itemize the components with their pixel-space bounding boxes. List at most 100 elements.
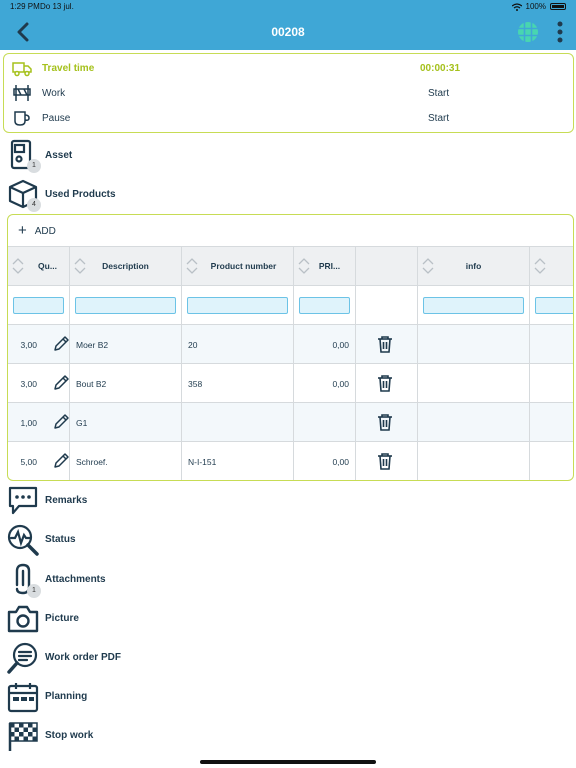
coffee-cup-icon [14, 111, 30, 126]
product-number-filter-input[interactable] [187, 297, 288, 314]
menu-item-work-order-pdf[interactable]: Work order PDF [0, 642, 200, 676]
status-bar: 1:29 PM Do 13 jul. 100% [0, 0, 576, 14]
menu-item-picture[interactable]: Picture [0, 603, 200, 637]
menu-item-asset[interactable]: 1 Asset [0, 139, 200, 173]
table-row[interactable]: 3,00 Bout B2 358 0,00 [8, 363, 573, 403]
filter-cell [294, 286, 356, 325]
column-header-label: Qu... [38, 261, 57, 271]
used-products-panel: + ADD Qu... Description Product number P… [7, 214, 574, 481]
add-label: ADD [34, 225, 56, 237]
trash-icon[interactable] [376, 413, 394, 432]
description-cell: Moer B2 [70, 325, 182, 364]
globe-icon[interactable] [517, 21, 539, 43]
remarks-label: Remarks [45, 495, 88, 506]
roadwork-barrier-icon [13, 85, 31, 101]
status-label: Status [45, 534, 76, 545]
extra-cell [530, 364, 573, 403]
description-cell: G1 [70, 403, 182, 442]
travel-time-value: 00:00:31 [420, 62, 461, 74]
work-row: Work Start [4, 82, 573, 104]
pause-label: Pause [42, 112, 71, 124]
menu-item-status[interactable]: Status [0, 524, 200, 558]
used-products-label: Used Products [45, 189, 116, 200]
actions-cell [356, 403, 418, 442]
status-date: Do 13 jul. [40, 2, 74, 11]
filter-cell [182, 286, 294, 325]
planning-label: Planning [45, 691, 88, 702]
pause-row: Pause Start [4, 107, 573, 129]
product-number-cell [182, 403, 294, 442]
table-row[interactable]: 1,00 G1 [8, 402, 573, 442]
sort-icon [298, 258, 310, 274]
checkered-flag-icon [8, 722, 38, 751]
quantity-value: 3,00 [20, 339, 37, 350]
info-cell [418, 325, 530, 364]
plus-icon: + [18, 222, 27, 239]
quantity-value: 5,00 [20, 456, 37, 467]
trash-icon[interactable] [376, 452, 394, 471]
camera-icon [7, 605, 39, 633]
column-header-quantity[interactable]: Qu... [8, 246, 70, 285]
battery-percent: 100% [525, 2, 546, 11]
menu-item-used-products[interactable]: 4 Used Products [0, 178, 200, 212]
attachments-label: Attachments [45, 574, 106, 585]
home-indicator[interactable] [200, 760, 376, 764]
column-header-info[interactable]: info [418, 246, 530, 285]
info-filter-input[interactable] [423, 297, 524, 314]
table-row[interactable]: 5,00 Schroef. N-I-151 0,00 [8, 441, 573, 480]
sort-icon [422, 258, 434, 274]
sort-icon [74, 258, 86, 274]
description-cell: Bout B2 [70, 364, 182, 403]
work-start-button[interactable]: Start [428, 88, 449, 99]
trash-icon[interactable] [376, 374, 394, 393]
column-header-description[interactable]: Description [70, 246, 182, 285]
back-chevron-icon[interactable] [14, 22, 34, 42]
stop-work-label: Stop work [45, 730, 94, 741]
actions-cell [356, 442, 418, 480]
extra-filter-input[interactable] [535, 297, 573, 314]
quantity-cell: 1,00 [8, 403, 70, 442]
price-cell: 0,00 [294, 442, 356, 480]
menu-item-stop-work[interactable]: Stop work [0, 720, 200, 754]
more-vertical-icon[interactable] [552, 20, 568, 44]
calendar-icon [7, 683, 39, 713]
battery-icon [550, 3, 566, 10]
menu-item-planning[interactable]: Planning [0, 681, 200, 715]
table-row[interactable]: 3,00 Moer B2 20 0,00 [8, 324, 573, 364]
travel-time-label: Travel time [42, 62, 95, 74]
price-filter-input[interactable] [299, 297, 350, 314]
price-cell [294, 403, 356, 442]
menu-item-remarks[interactable]: Remarks [0, 485, 200, 519]
work-order-pdf-label: Work order PDF [45, 652, 121, 663]
edit-pencil-icon[interactable] [52, 335, 70, 353]
attachments-count-badge: 1 [27, 584, 41, 598]
column-header-label: info [465, 261, 482, 271]
time-tracking-panel: Travel time 00:00:31 Work Start Pause St… [3, 53, 574, 133]
trash-icon[interactable] [376, 335, 394, 354]
edit-pencil-icon[interactable] [52, 413, 70, 431]
quantity-filter-input[interactable] [13, 297, 64, 314]
column-header-label: Product number [210, 261, 277, 271]
description-filter-input[interactable] [75, 297, 176, 314]
column-header-label: Description [102, 261, 149, 271]
menu-item-attachments[interactable]: 1 Attachments [0, 563, 200, 598]
edit-pencil-icon[interactable] [52, 374, 70, 392]
status-time: 1:29 PM [10, 2, 40, 11]
column-header-label: PRI... [318, 261, 341, 271]
speech-bubble-icon [8, 486, 38, 515]
actions-cell [356, 364, 418, 403]
description-cell: Schroef. [70, 442, 182, 480]
page-title: 00208 [271, 25, 305, 39]
quantity-cell: 5,00 [8, 442, 70, 480]
pause-start-button[interactable]: Start [428, 113, 449, 124]
quantity-cell: 3,00 [8, 364, 70, 403]
edit-pencil-icon[interactable] [52, 452, 70, 470]
document-search-icon [7, 642, 38, 674]
truck-icon [12, 62, 32, 77]
price-cell: 0,00 [294, 364, 356, 403]
column-header-extra[interactable] [530, 246, 573, 285]
column-header-price[interactable]: PRI... [294, 246, 356, 285]
filter-cell [356, 286, 418, 325]
column-header-product-number[interactable]: Product number [182, 246, 294, 285]
add-product-button[interactable]: + ADD [18, 223, 56, 239]
